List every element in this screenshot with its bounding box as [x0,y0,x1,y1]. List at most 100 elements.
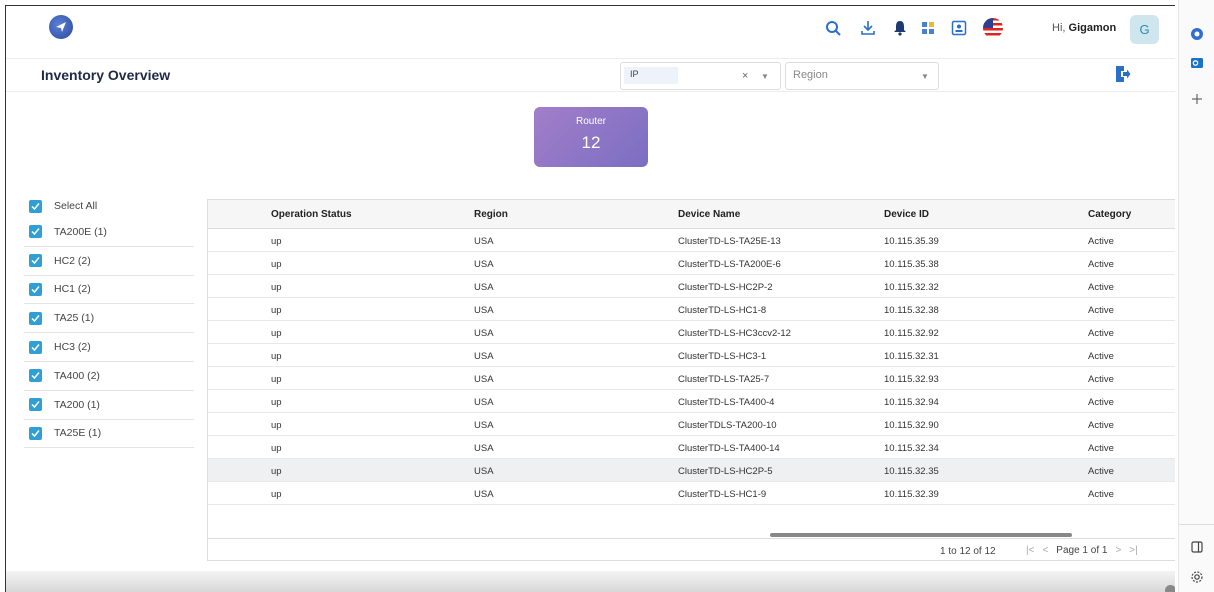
table-row[interactable]: up USA ClusterTD-LS-HC1-9 10.115.32.39 Activ… [208,482,1175,505]
device-name-cell: ClusterTD-LS-TA400-4 [678,397,775,408]
us-flag-icon[interactable] [983,18,1003,38]
filter-checkbox-item[interactable]: TA200E (1) [24,218,194,247]
filter-checkbox-item[interactable]: HC3 (2) [24,333,194,362]
operation-status-cell: up [271,351,282,362]
greeting-prefix: Hi, [1052,22,1066,34]
operation-status-cell: up [271,397,282,408]
table-row[interactable]: up USA ClusterTD-LS-HC1-8 10.115.32.38 Activ… [208,298,1175,321]
checkbox-checked-icon[interactable] [29,369,42,383]
table-row[interactable]: up USA ClusterTD-LS-TA25E-13 10.115.35.39 Ac… [208,229,1175,252]
operation-status-cell: up [271,489,282,500]
checkbox-checked-icon[interactable] [29,225,42,239]
device-id-cell: 10.115.32.35 [884,466,939,477]
next-page-icon[interactable]: > [1115,545,1121,556]
device-id-cell: 10.115.32.32 [884,282,939,293]
checkbox-checked-icon[interactable] [29,254,42,268]
region-select[interactable]: Region ▼ [785,62,939,90]
table-row[interactable]: up USA ClusterTD-LS-HC2P-5 10.115.32.35 Acti… [208,459,1175,482]
app-logo-icon[interactable] [49,15,73,39]
operation-status-cell: up [271,443,282,454]
device-name-cell: ClusterTD-LS-HC2P-2 [678,282,773,293]
operation-status-cell: up [271,259,282,270]
filter-label: HC1 (2) [54,283,91,296]
inventory-table: Operation Status Region Device Name Devi… [207,199,1175,561]
avatar[interactable]: G [1130,15,1159,44]
toolbar-row: Inventory Overview IP × ▼ Region ▼ [6,58,1175,92]
table-row[interactable]: up USA ClusterTD-LS-TA200E-6 10.115.35.38 Ac… [208,252,1175,275]
region-cell: USA [474,236,494,247]
router-count-card[interactable]: Router 12 [534,107,648,167]
app-window: Hi, Gigamon G Inventory Overview IP × ▼ … [5,5,1175,592]
operation-status-cell: up [271,420,282,431]
table-row[interactable]: up USA ClusterTD-LS-TA25-7 10.115.32.93 Acti… [208,367,1175,390]
operation-status-cell: up [271,305,282,316]
contact-card-icon[interactable] [949,18,969,38]
device-name-cell: ClusterTD-LS-TA25E-13 [678,236,781,247]
table-row[interactable]: up USA ClusterTD-LS-HC3ccv2-12 10.115.32.92… [208,321,1175,344]
sidebar-toggle-icon[interactable] [1188,538,1206,556]
region-placeholder: Region [793,69,828,81]
device-id-cell: 10.115.32.31 [884,351,939,362]
prev-page-icon[interactable]: < [1042,545,1048,556]
device-name-cell: ClusterTD-LS-HC1-9 [678,489,767,500]
row-count: 1 to 12 of 12 [940,546,996,557]
grid-icon[interactable] [918,18,938,38]
column-header-device-name[interactable]: Device Name [678,209,740,220]
filter-checkbox-item[interactable]: TA400 (2) [24,362,194,391]
device-id-cell: 10.115.32.34 [884,443,939,454]
filter-label: TA25 (1) [54,312,95,325]
clear-icon[interactable]: × [742,70,748,82]
region-cell: USA [474,466,494,477]
info-icon[interactable] [1165,585,1175,592]
region-cell: USA [474,282,494,293]
gear-icon[interactable] [1188,568,1206,586]
table-row[interactable]: up USA ClusterTD-LS-HC3-1 10.115.32.31 Activ… [208,344,1175,367]
region-cell: USA [474,489,494,500]
category-cell: Active [1088,489,1114,500]
search-icon[interactable] [823,18,843,38]
checkbox-checked-icon[interactable] [29,282,42,296]
ip-filter-select[interactable]: IP × ▼ [620,62,781,90]
chevron-down-icon[interactable]: ▼ [921,72,929,81]
filter-checkbox-item[interactable]: HC2 (2) [24,247,194,276]
column-header-operation-status[interactable]: Operation Status [271,209,352,220]
column-header-device-id[interactable]: Device ID [884,209,929,220]
column-header-region[interactable]: Region [474,209,508,220]
checkbox-checked-icon[interactable] [29,199,42,213]
column-header-category[interactable]: Category [1088,209,1131,220]
user-name: Gigamon [1068,22,1117,34]
table-row[interactable]: up USA ClusterTD-LS-HC2P-2 10.115.32.32 Acti… [208,275,1175,298]
filter-checkbox-item[interactable]: TA25E (1) [24,420,194,449]
checkbox-checked-icon[interactable] [29,398,42,412]
horizontal-scrollbar[interactable] [770,533,1072,537]
device-name-cell: ClusterTD-LS-HC1-8 [678,305,767,316]
device-name-cell: ClusterTDLS-TA200-10 [678,420,777,431]
filter-label: TA400 (2) [54,369,100,382]
filter-checkbox-item[interactable]: TA200 (1) [24,391,194,420]
chevron-down-icon[interactable]: ▼ [761,72,769,81]
checkbox-checked-icon[interactable] [29,311,42,325]
select-all-checkbox-item[interactable]: Select All [24,194,194,218]
add-icon[interactable] [1188,90,1206,108]
operation-status-cell: up [271,466,282,477]
download-icon[interactable] [858,18,878,38]
last-page-icon[interactable]: >| [1129,545,1137,556]
bell-icon[interactable] [890,18,910,38]
export-icon[interactable] [1115,65,1131,88]
table-row[interactable]: up USA ClusterTD-LS-TA400-4 10.115.32.94 Act… [208,390,1175,413]
operation-status-cell: up [271,282,282,293]
device-name-cell: ClusterTD-LS-TA25-7 [678,374,770,385]
first-page-icon[interactable]: |< [1026,545,1034,556]
checkbox-checked-icon[interactable] [29,340,42,354]
outlook-icon[interactable] [1188,54,1206,72]
filter-checkbox-item[interactable]: HC1 (2) [24,276,194,305]
filter-label: TA200 (1) [54,398,100,411]
checkbox-checked-icon[interactable] [29,426,42,440]
device-name-cell: ClusterTD-LS-HC2P-5 [678,466,773,477]
region-cell: USA [474,328,494,339]
table-row[interactable]: up USA ClusterTDLS-TA200-10 10.115.32.90 Act… [208,413,1175,436]
device-id-cell: 10.115.32.39 [884,489,939,500]
table-row[interactable]: up USA ClusterTD-LS-TA400-14 10.115.32.34 Ac… [208,436,1175,459]
copilot-icon[interactable] [1188,25,1206,43]
filter-checkbox-item[interactable]: TA25 (1) [24,304,194,334]
